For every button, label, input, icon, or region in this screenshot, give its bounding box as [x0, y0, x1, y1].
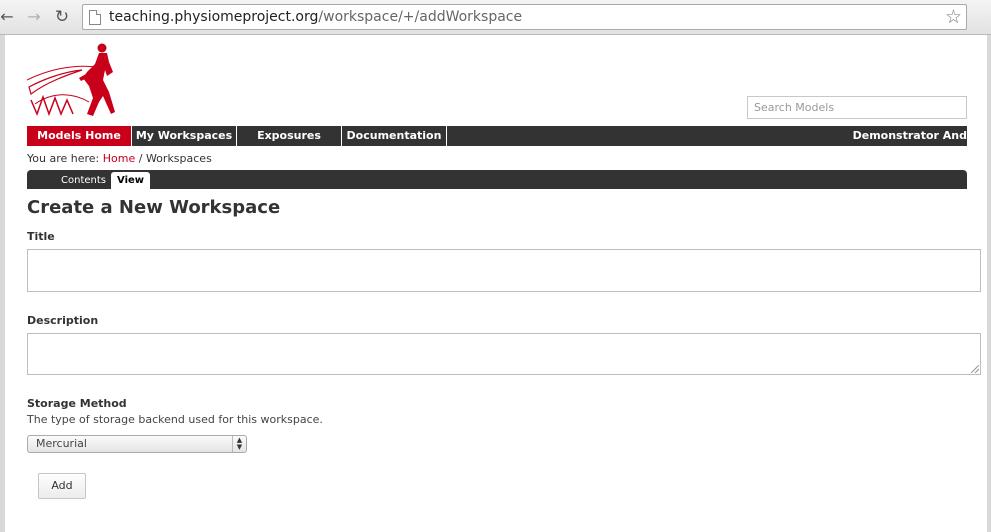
- breadcrumb-current: Workspaces: [145, 152, 212, 165]
- reload-icon[interactable]: ↻: [52, 7, 72, 27]
- forward-arrow-icon[interactable]: →: [24, 7, 44, 27]
- page-title: Create a New Workspace: [27, 197, 281, 218]
- back-arrow-icon[interactable]: ←: [0, 7, 17, 27]
- storage-method-help: The type of storage backend used for thi…: [27, 413, 323, 426]
- main-navbar: Models Home My Workspaces Exposures Docu…: [27, 126, 967, 146]
- content-tabs: Contents View: [27, 170, 967, 189]
- breadcrumb-prefix: You are here:: [27, 152, 100, 165]
- address-bar[interactable]: teaching.physiomeproject.org/workspace/+…: [82, 4, 967, 30]
- search-models-input[interactable]: Search Models: [747, 96, 967, 119]
- url-host: teaching.physiomeproject.org: [109, 9, 319, 25]
- nav-my-workspaces[interactable]: My Workspaces: [132, 126, 237, 146]
- description-label: Description: [27, 314, 99, 327]
- description-textarea[interactable]: [27, 333, 981, 375]
- storage-method-value: Mercurial: [36, 437, 87, 450]
- nav-documentation[interactable]: Documentation: [342, 126, 447, 146]
- breadcrumb-separator: /: [138, 152, 143, 165]
- title-input[interactable]: [27, 249, 981, 292]
- add-button[interactable]: Add: [38, 473, 86, 499]
- browser-toolbar: ← → ↻ teaching.physiomeproject.org/works…: [0, 0, 991, 35]
- url-path: /workspace/+/addWorkspace: [318, 9, 523, 25]
- nav-models-home[interactable]: Models Home: [27, 126, 132, 146]
- title-label: Title: [27, 230, 55, 243]
- window-right-edge: [987, 35, 991, 532]
- nav-exposures[interactable]: Exposures: [237, 126, 342, 146]
- breadcrumb-home-link[interactable]: Home: [103, 152, 135, 165]
- url-text: teaching.physiomeproject.org/workspace/+…: [109, 8, 522, 26]
- storage-method-label: Storage Method: [27, 397, 127, 410]
- resize-handle-icon[interactable]: [971, 365, 979, 373]
- nav-demonstrator[interactable]: Demonstrator And: [853, 126, 967, 146]
- select-arrows-icon: ▲ ▼: [232, 436, 246, 452]
- tab-view[interactable]: View: [111, 172, 151, 189]
- tab-contents[interactable]: Contents: [55, 172, 112, 189]
- bookmark-star-icon[interactable]: ☆: [945, 6, 962, 28]
- storage-method-select[interactable]: Mercurial ▲ ▼: [27, 435, 247, 453]
- window-left-edge: [0, 35, 5, 532]
- breadcrumb: You are here: Home / Workspaces: [27, 152, 212, 165]
- page-icon: [89, 10, 101, 25]
- physiome-logo[interactable]: [27, 42, 117, 120]
